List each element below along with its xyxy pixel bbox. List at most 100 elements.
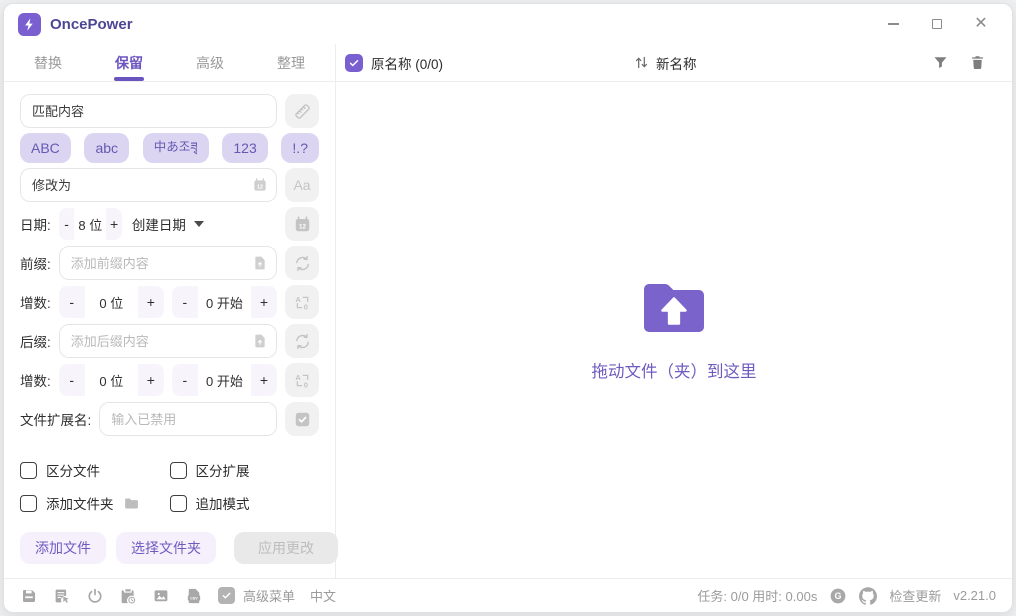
calendar-icon: 12 xyxy=(293,215,312,234)
ruler-button[interactable] xyxy=(285,94,319,128)
advanced-menu-toggle[interactable]: 高级菜单 xyxy=(218,586,295,605)
power-icon[interactable] xyxy=(86,587,104,605)
refresh-icon xyxy=(293,332,312,351)
inc1-start-minus[interactable]: - xyxy=(172,286,198,318)
date-digits-minus[interactable]: - xyxy=(59,208,75,240)
inc1-digits-stepper: - 0 位 + xyxy=(59,286,164,318)
app-logo xyxy=(18,13,41,36)
language-switch[interactable]: 中文 xyxy=(310,586,336,605)
date-type-select[interactable]: 创建日期 xyxy=(130,214,206,234)
new-name-label: 新名称 xyxy=(656,53,697,73)
prefix-row: 前缀: xyxy=(20,246,319,280)
inc1-digits-value: 0 位 xyxy=(85,286,138,318)
maximize-icon xyxy=(932,19,942,29)
list-header: 原名称 (0/0) 新名称 xyxy=(336,44,1012,81)
inc2-digits-minus[interactable]: - xyxy=(59,364,85,396)
refresh-icon xyxy=(293,254,312,273)
tab-advanced[interactable]: 高级 xyxy=(196,44,224,81)
inc2-digits-stepper: - 0 位 + xyxy=(59,364,164,396)
increment-label: 增数: xyxy=(20,370,51,390)
inc1-digits-plus[interactable]: + xyxy=(138,286,164,318)
prefix-input[interactable] xyxy=(59,246,277,280)
checkbox-checked-icon xyxy=(293,410,312,429)
tab-replace[interactable]: 替换 xyxy=(34,44,62,81)
sort-icon xyxy=(633,54,650,71)
checkbox-add-folder[interactable]: 添加文件夹 xyxy=(20,493,170,513)
svg-text:A: A xyxy=(295,373,301,382)
app-window: OncePower ✕ 替换 保留 高级 整理 原名称 (0/0) 新名称 xyxy=(3,3,1013,613)
match-mode-pills: ABC abc 中あ조ཟྭ 123 !.? xyxy=(20,133,319,163)
inc2-digits-plus[interactable]: + xyxy=(138,364,164,396)
svg-text:12: 12 xyxy=(298,223,306,230)
extension-label: 文件扩展名: xyxy=(20,409,91,429)
inc1-number-button[interactable]: A0 xyxy=(285,285,319,319)
pill-lowercase[interactable]: abc xyxy=(84,133,129,163)
checkbox-icon xyxy=(170,495,187,512)
inc2-start-plus[interactable]: + xyxy=(251,364,277,396)
suffix-input[interactable] xyxy=(59,324,277,358)
drop-zone[interactable]: 拖动文件（夹）到这里 xyxy=(336,82,1012,578)
advanced-menu-checkbox[interactable] xyxy=(218,587,235,604)
inc1-start-value: 0 开始 xyxy=(198,286,251,318)
checkbox-append-mode[interactable]: 追加模式 xyxy=(170,493,320,513)
pill-cjk[interactable]: 中あ조ཟྭ xyxy=(143,133,209,163)
suffix-loop-button[interactable] xyxy=(285,324,319,358)
lightning-icon xyxy=(22,17,37,32)
ruler-icon xyxy=(293,102,312,121)
clipboard-clock-icon[interactable] xyxy=(119,587,137,605)
auto-number-icon: A0 xyxy=(293,293,312,312)
extension-input[interactable] xyxy=(99,402,277,436)
inc2-number-button[interactable]: A0 xyxy=(285,363,319,397)
svg-text:0: 0 xyxy=(303,380,307,389)
inc1-digits-minus[interactable]: - xyxy=(59,286,85,318)
date-digits-stepper: - 8 位 + xyxy=(59,208,122,240)
csv-file-icon[interactable]: CSV xyxy=(185,587,203,605)
checkbox-icon xyxy=(170,462,187,479)
tab-bar: 替换 保留 高级 整理 xyxy=(4,44,336,81)
case-toggle-button[interactable]: Aa xyxy=(285,168,319,202)
gitee-icon[interactable]: G xyxy=(829,587,847,605)
prefix-label: 前缀: xyxy=(20,253,51,273)
pill-digits[interactable]: 123 xyxy=(222,133,267,163)
minimize-icon xyxy=(888,23,899,25)
apply-changes-button[interactable]: 应用更改 xyxy=(234,532,338,564)
extension-toggle-button[interactable] xyxy=(285,402,319,436)
save-icon[interactable] xyxy=(20,587,38,605)
match-input[interactable] xyxy=(20,94,277,128)
inc2-start-minus[interactable]: - xyxy=(172,364,198,396)
action-buttons: 添加文件 选择文件夹 应用更改 xyxy=(20,532,319,564)
check-update-link[interactable]: 检查更新 xyxy=(889,586,941,605)
pill-symbols[interactable]: !.? xyxy=(281,133,319,163)
inc1-start-plus[interactable]: + xyxy=(251,286,277,318)
close-button[interactable]: ✕ xyxy=(972,15,990,33)
add-files-button[interactable]: 添加文件 xyxy=(20,532,106,564)
github-icon[interactable] xyxy=(859,587,877,605)
main-area: ABC abc 中あ조ཟྭ 123 !.? 12 Aa 日期: - 8 位 + xyxy=(4,82,1012,578)
checkbox-distinguish-file[interactable]: 区分文件 xyxy=(20,460,170,480)
new-name-column[interactable]: 新名称 xyxy=(633,53,697,73)
filter-icon[interactable] xyxy=(932,54,949,71)
date-digits-plus[interactable]: + xyxy=(106,208,122,240)
date-insert-button[interactable]: 12 xyxy=(285,207,319,241)
app-title: OncePower xyxy=(50,16,133,33)
svg-text:A: A xyxy=(295,295,301,304)
header-row: 替换 保留 高级 整理 原名称 (0/0) 新名称 xyxy=(4,44,1012,82)
modify-input[interactable] xyxy=(20,168,277,202)
prefix-loop-button[interactable] xyxy=(285,246,319,280)
increment-row-1: 增数: - 0 位 + - 0 开始 + A0 xyxy=(20,285,319,319)
trash-icon[interactable] xyxy=(969,54,986,71)
log-document-icon[interactable] xyxy=(53,587,71,605)
date-row: 日期: - 8 位 + 创建日期 12 xyxy=(20,207,319,241)
original-name-checkbox[interactable] xyxy=(345,54,363,72)
minimize-button[interactable] xyxy=(884,15,902,33)
pill-uppercase[interactable]: ABC xyxy=(20,133,71,163)
tab-organize[interactable]: 整理 xyxy=(277,44,305,81)
checkbox-distinguish-extension[interactable]: 区分扩展 xyxy=(170,460,320,480)
inc1-start-stepper: - 0 开始 + xyxy=(172,286,277,318)
tab-keep[interactable]: 保留 xyxy=(115,44,143,81)
match-row xyxy=(20,94,319,128)
select-folder-button[interactable]: 选择文件夹 xyxy=(116,532,216,564)
image-icon[interactable] xyxy=(152,587,170,605)
maximize-button[interactable] xyxy=(928,15,946,33)
auto-number-icon: A0 xyxy=(293,371,312,390)
